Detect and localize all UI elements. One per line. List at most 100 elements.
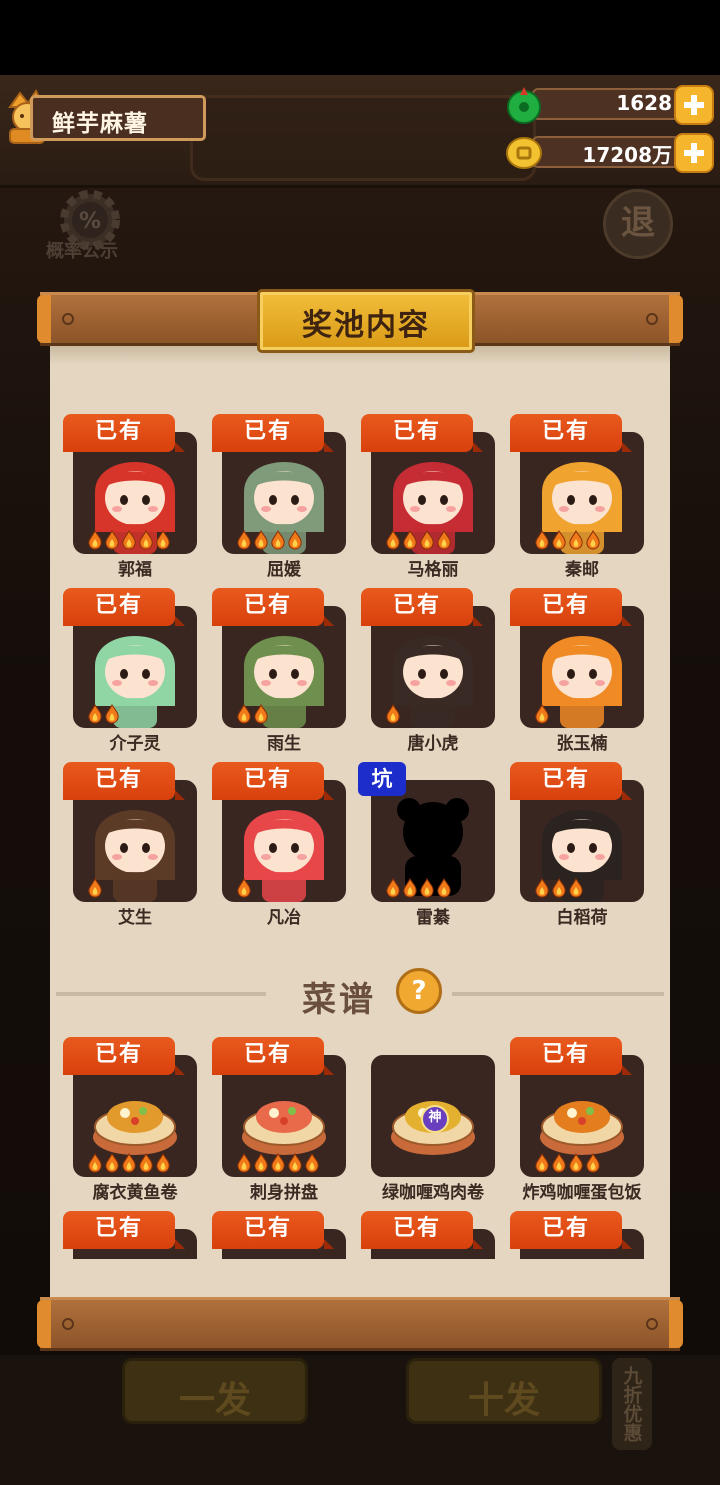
character-name: 屈媛 (267, 560, 301, 580)
star-rating (236, 878, 252, 900)
star-flame-icon (122, 1153, 136, 1173)
pool-title: 奖池内容 (302, 308, 430, 343)
star-flame-icon (386, 878, 400, 898)
star-flame-icon (105, 1153, 119, 1173)
character-name: 张玉楠 (556, 734, 608, 754)
add-jade-button[interactable] (674, 85, 714, 125)
star-flame-icon (403, 530, 417, 550)
star-flame-icon (535, 878, 549, 898)
character-name: 白稻荷 (556, 908, 608, 928)
character-card[interactable]: 已有 凡冶 (212, 762, 348, 928)
single-draw-label: 一发 (178, 1380, 251, 1421)
probability-label: 概率公示 (46, 241, 118, 262)
owned-tag: 已有 (510, 1211, 622, 1249)
star-rating (385, 530, 452, 552)
star-rating (236, 704, 269, 726)
recipe-card[interactable]: 已有 刺身拼盘 (212, 1037, 348, 1203)
character-name: 凡冶 (267, 908, 301, 928)
exit-button[interactable]: 退 (603, 189, 673, 259)
star-flame-icon (105, 704, 119, 724)
star-flame-icon (88, 530, 102, 550)
star-rating (534, 530, 601, 552)
recipe-help-button[interactable]: ? (396, 968, 442, 1014)
star-rating (236, 1153, 320, 1175)
character-card[interactable]: 已有艾生 (63, 762, 199, 928)
star-flame-icon (139, 530, 153, 550)
gold-coin-icon (506, 137, 542, 169)
star-rating (236, 530, 303, 552)
star-flame-icon (88, 878, 102, 898)
ten-draw-button[interactable]: 十发 (406, 1358, 602, 1424)
star-flame-icon (569, 1153, 583, 1173)
star-rating (87, 530, 171, 552)
star-rating (385, 704, 401, 726)
owned-tag: 已有 (63, 762, 175, 800)
star-flame-icon (569, 530, 583, 550)
character-card[interactable]: 已有 张玉楠 (510, 588, 646, 754)
owned-tag: 已有 (361, 414, 473, 452)
recipe-card[interactable]: 已有炸鸡咖喱蛋包饭 (510, 1037, 646, 1203)
star-flame-icon (552, 530, 566, 550)
character-name: 唐小虎 (407, 734, 459, 754)
character-card[interactable]: 已有唐小虎 (361, 588, 497, 754)
star-flame-icon (88, 1153, 102, 1173)
recipe-name: 腐衣黄鱼卷 (92, 1183, 178, 1203)
owned-tag: 已有 (212, 1037, 324, 1075)
character-card[interactable]: 已有白稻荷 (510, 762, 646, 928)
status-bar-area (0, 0, 720, 75)
star-flame-icon (254, 704, 268, 724)
player-name: 鲜芋麻薯 (52, 111, 148, 137)
owned-tag: 已有 (510, 762, 622, 800)
star-flame-icon (237, 704, 251, 724)
recipe-card-partial[interactable]: 已有 (361, 1211, 497, 1259)
star-rating (534, 704, 550, 726)
character-card[interactable]: 坑雷綦 (358, 762, 497, 928)
star-flame-icon (88, 704, 102, 724)
recipe-card-partial[interactable]: 已有 (63, 1211, 199, 1259)
star-flame-icon (586, 530, 600, 550)
svg-text:%: % (79, 209, 101, 234)
star-rating (534, 878, 584, 900)
star-flame-icon (139, 1153, 153, 1173)
character-card[interactable]: 已有 郭福 (63, 414, 199, 580)
character-card[interactable]: 已有屈媛 (212, 414, 348, 580)
owned-tag: 已有 (212, 414, 324, 452)
add-coin-button[interactable] (674, 133, 714, 173)
star-flame-icon (552, 1153, 566, 1173)
character-card[interactable]: 已有 介子灵 (63, 588, 199, 754)
jade-resource: 1628 (504, 85, 714, 125)
star-rating (87, 704, 120, 726)
character-name: 马格丽 (407, 560, 459, 580)
star-flame-icon (535, 704, 549, 724)
star-flame-icon (535, 530, 549, 550)
owned-tag: 已有 (63, 1211, 175, 1249)
character-name: 秦邮 (565, 560, 599, 580)
recipe-name: 绿咖喱鸡肉卷 (382, 1183, 484, 1203)
star-flame-icon (288, 1153, 302, 1173)
ten-draw-label: 十发 (467, 1380, 540, 1421)
star-flame-icon (237, 1153, 251, 1173)
star-flame-icon (288, 530, 302, 550)
star-flame-icon (237, 530, 251, 550)
character-card[interactable]: 已有 雨生 (212, 588, 348, 754)
star-rating (87, 1153, 171, 1175)
owned-tag: 已有 (510, 1037, 622, 1075)
star-rating (385, 878, 452, 900)
character-card[interactable]: 已有马格丽 (361, 414, 497, 580)
recipe-card[interactable]: 神绿咖喱鸡肉卷 (361, 1037, 497, 1203)
recipe-name: 炸鸡咖喱蛋包饭 (522, 1183, 642, 1203)
star-flame-icon (122, 530, 136, 550)
star-flame-icon (437, 878, 451, 898)
character-name: 艾生 (118, 908, 152, 928)
owned-tag: 已有 (510, 414, 622, 452)
single-draw-button[interactable]: 一发 (122, 1358, 308, 1424)
star-flame-icon (237, 878, 251, 898)
recipe-card-partial[interactable]: 已有 (510, 1211, 646, 1259)
recipe-card[interactable]: 已有 腐衣黄鱼卷 (63, 1037, 199, 1203)
star-flame-icon (105, 530, 119, 550)
recipe-card-partial[interactable]: 已有 (212, 1211, 348, 1259)
character-card[interactable]: 已有秦邮 (510, 414, 646, 580)
owned-tag: 已有 (361, 588, 473, 626)
owned-tag: 已有 (212, 1211, 324, 1249)
star-flame-icon (254, 530, 268, 550)
